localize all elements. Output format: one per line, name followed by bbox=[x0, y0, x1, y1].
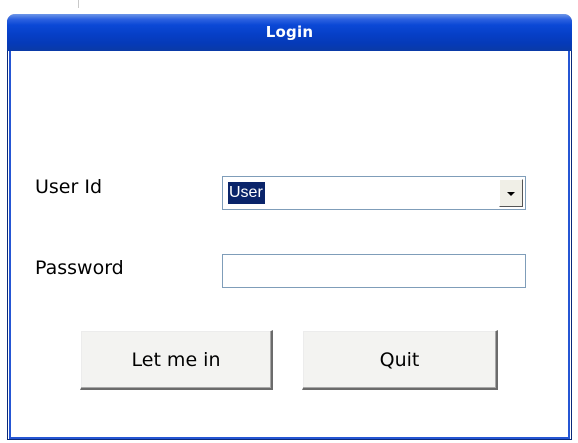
background-window-edge bbox=[0, 0, 79, 8]
quit-button[interactable]: Quit bbox=[302, 330, 498, 390]
let-me-in-button[interactable]: Let me in bbox=[80, 330, 273, 390]
window-title: Login bbox=[265, 23, 314, 41]
title-bar[interactable]: Login bbox=[7, 14, 572, 51]
user-id-dropdown-button[interactable] bbox=[499, 179, 523, 207]
password-label: Password bbox=[35, 257, 124, 279]
password-field[interactable] bbox=[222, 254, 526, 288]
user-id-label: User Id bbox=[35, 176, 103, 198]
user-id-combobox[interactable]: User bbox=[222, 176, 526, 210]
chevron-down-icon bbox=[507, 192, 515, 196]
user-id-selected-value[interactable]: User bbox=[228, 182, 265, 204]
screen: Login User Id User Password Let me in Qu… bbox=[0, 0, 578, 443]
